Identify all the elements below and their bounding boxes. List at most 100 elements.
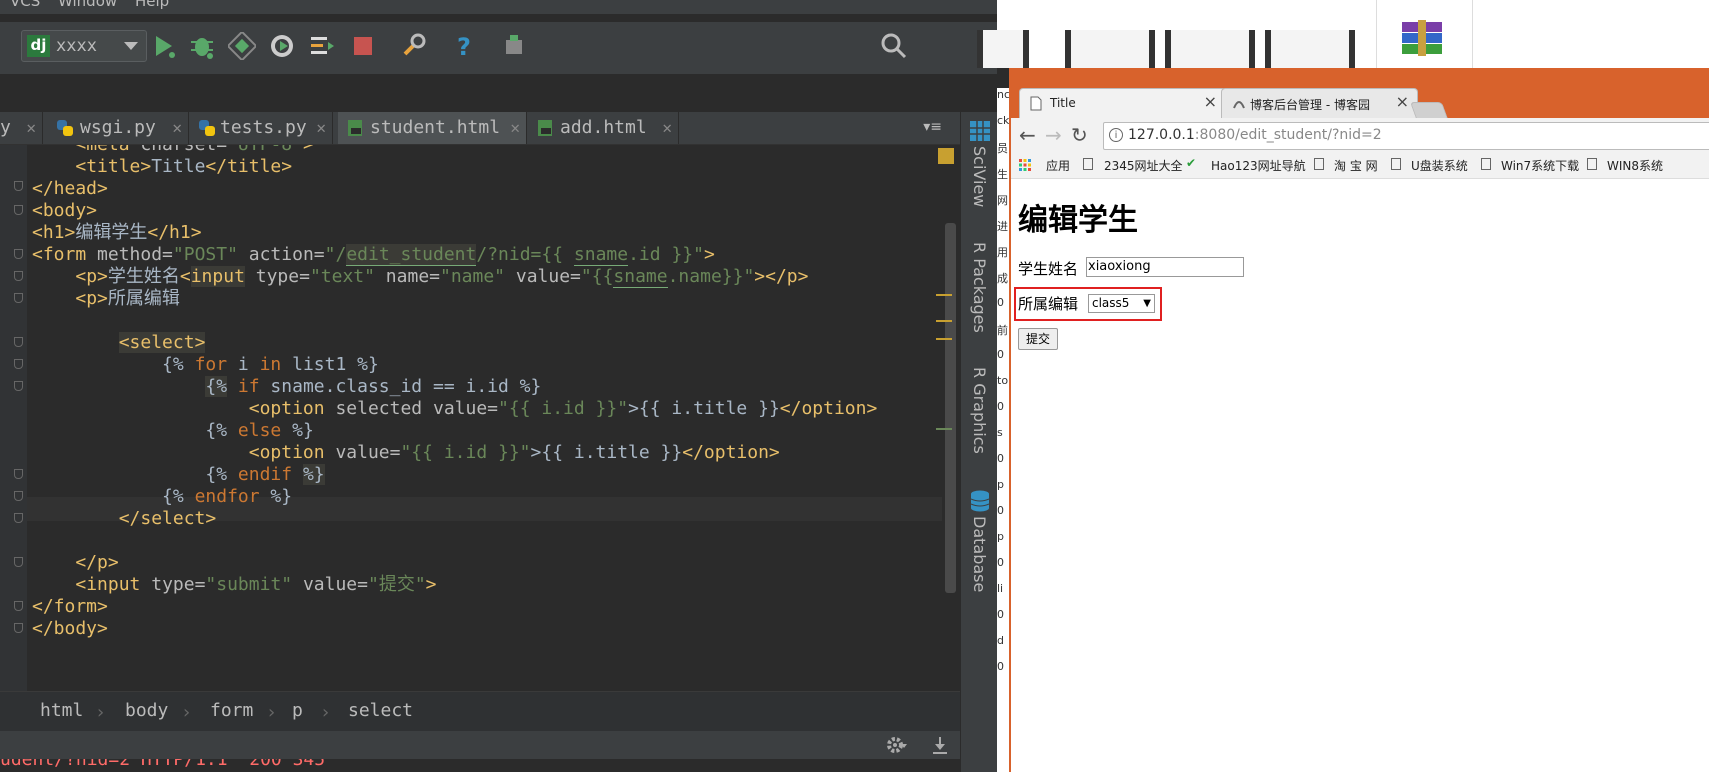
menu-vcs[interactable]: VCS [10,0,40,10]
fold-marker[interactable] [14,513,23,523]
fold-marker[interactable] [14,249,23,259]
tab-partial[interactable]: y ✕ [0,112,43,144]
run-icon[interactable] [150,32,178,60]
breadcrumb-html[interactable]: html [40,700,83,721]
forward-arrow-icon[interactable]: → [1045,123,1062,147]
reload-icon[interactable]: ↻ [1071,123,1088,147]
settings-wrench-icon[interactable] [400,32,428,60]
code-editor[interactable]: <meta charset="UTF-8"> <title>Title</tit… [27,145,942,691]
r-packages-tool[interactable]: R Packages [970,242,989,333]
download-icon[interactable] [930,735,950,755]
breadcrumb-select[interactable]: select [348,700,413,721]
r-graphics-tool[interactable]: R Graphics [970,367,989,454]
code-line[interactable]: </head> [32,177,108,201]
code-line[interactable]: <option value="{{ i.id }}">{{ i.title }}… [32,441,780,465]
apps-icon[interactable] [1019,159,1031,171]
code-line[interactable]: <input type="submit" value="提交"> [32,573,436,597]
bookmark-win7[interactable]: Win7系统下载 [1501,157,1579,174]
fold-marker[interactable] [14,205,23,215]
close-icon[interactable]: ✕ [510,112,520,144]
search-icon[interactable] [880,32,908,60]
bookmark-hao123[interactable]: Hao123网址导航 [1211,157,1306,174]
profile-icon[interactable] [268,32,296,60]
bookmark-upan[interactable]: U盘装系统 [1411,157,1468,174]
tab-tests-py[interactable]: tests.py ✕ [190,112,333,144]
fold-marker[interactable] [14,181,23,191]
help-icon[interactable]: ? [450,32,478,60]
video-thumbnail[interactable] [1065,30,1155,68]
menu-help[interactable]: Help [135,0,169,10]
code-line[interactable]: </body> [32,617,108,641]
sciview-tool[interactable]: SciView [970,146,989,207]
code-line[interactable]: {% if sname.class_id == i.id %} [32,375,541,399]
fold-marker[interactable] [14,271,23,281]
video-thumbnail[interactable] [1265,30,1355,68]
concurrency-icon[interactable] [308,32,336,60]
tab-list-icon[interactable]: ▾≡ [923,112,942,142]
breadcrumb-p[interactable]: p [292,700,303,721]
coverage-icon[interactable] [228,32,256,60]
tab-student-html[interactable]: student.html ✕ [338,112,527,144]
fold-marker[interactable] [14,359,23,369]
fold-marker[interactable] [14,623,23,633]
close-icon[interactable]: ✕ [662,112,672,144]
fold-marker[interactable] [14,469,23,479]
debug-icon[interactable] [188,32,216,60]
class-select[interactable]: class5 ▼ [1088,294,1155,313]
change-stripe[interactable] [936,428,952,430]
tab-add-html[interactable]: add.html ✕ [528,112,679,144]
code-line[interactable]: {% for i in list1 %} [32,353,379,377]
bookmark-2345[interactable]: 2345网址大全 [1104,157,1183,174]
winrar-archive-icon[interactable] [1400,20,1444,58]
submit-button[interactable]: 提交 [1018,328,1058,350]
code-line[interactable]: {% endif %} [32,463,325,487]
warning-stripe[interactable] [936,294,952,296]
run-config-dropdown[interactable]: dj xxxx [21,30,147,62]
scrollbar-thumb[interactable] [945,223,956,593]
code-line[interactable]: <option selected value="{{ i.id }}">{{ i… [32,397,878,421]
database-tool[interactable]: Database [970,516,989,592]
code-line[interactable]: </select> [32,507,217,531]
code-line[interactable]: <form method="POST" action="/edit_studen… [32,243,715,267]
sdk-manager-icon[interactable] [500,32,528,60]
editor-scrollbar[interactable] [942,145,960,691]
breadcrumb-body[interactable]: body [125,700,168,721]
back-arrow-icon[interactable]: ← [1019,123,1036,147]
bookmark-win8[interactable]: WIN8系统 [1607,157,1663,174]
menu-window[interactable]: Window [58,0,117,10]
code-line[interactable]: {% else %} [32,419,313,443]
address-bar[interactable]: i 127.0.0.1:8080/edit_student/?nid=2 [1103,122,1709,150]
fold-marker[interactable] [14,337,23,347]
bookmark-apps[interactable]: 应用 [1046,157,1070,174]
close-icon[interactable]: × [1204,92,1217,111]
code-line[interactable]: </p> [32,551,118,575]
warning-stripe[interactable] [936,338,952,340]
bookmark-taobao[interactable]: 淘 宝 网 [1334,157,1378,174]
fold-marker[interactable] [14,293,23,303]
code-line[interactable]: {% endfor %} [32,485,292,509]
close-icon[interactable]: ✕ [26,112,36,144]
code-line[interactable]: <select> [32,331,206,355]
warning-stripe[interactable] [936,320,952,322]
close-icon[interactable]: ✕ [172,112,182,144]
browser-tab-title[interactable]: Title × [1019,88,1226,119]
breadcrumb-form[interactable]: form [210,700,253,721]
info-icon[interactable]: i [1109,128,1123,142]
gear-icon[interactable] [885,735,907,755]
warning-indicator-icon[interactable] [938,148,954,164]
browser-tab-blog[interactable]: 博客后台管理 - 博客园 × [1221,88,1418,119]
code-line[interactable]: <title>Title</title> [32,155,292,179]
code-line[interactable]: <p>学生姓名<input type="text" name="name" va… [32,265,808,289]
code-line[interactable]: <body> [32,199,97,223]
code-line[interactable]: </form> [32,595,108,619]
video-thumbnail[interactable] [977,30,1029,68]
close-icon[interactable]: ✕ [316,112,326,144]
fold-marker[interactable] [14,491,23,501]
fold-marker[interactable] [14,601,23,611]
fold-marker[interactable] [14,557,23,567]
code-line[interactable]: <p>所属编辑 [32,287,180,311]
code-line[interactable]: <h1>编辑学生</h1> [32,221,202,245]
name-input[interactable]: xiaoxiong [1086,257,1244,277]
stop-icon[interactable] [349,32,377,60]
video-thumbnail[interactable] [1165,30,1255,68]
